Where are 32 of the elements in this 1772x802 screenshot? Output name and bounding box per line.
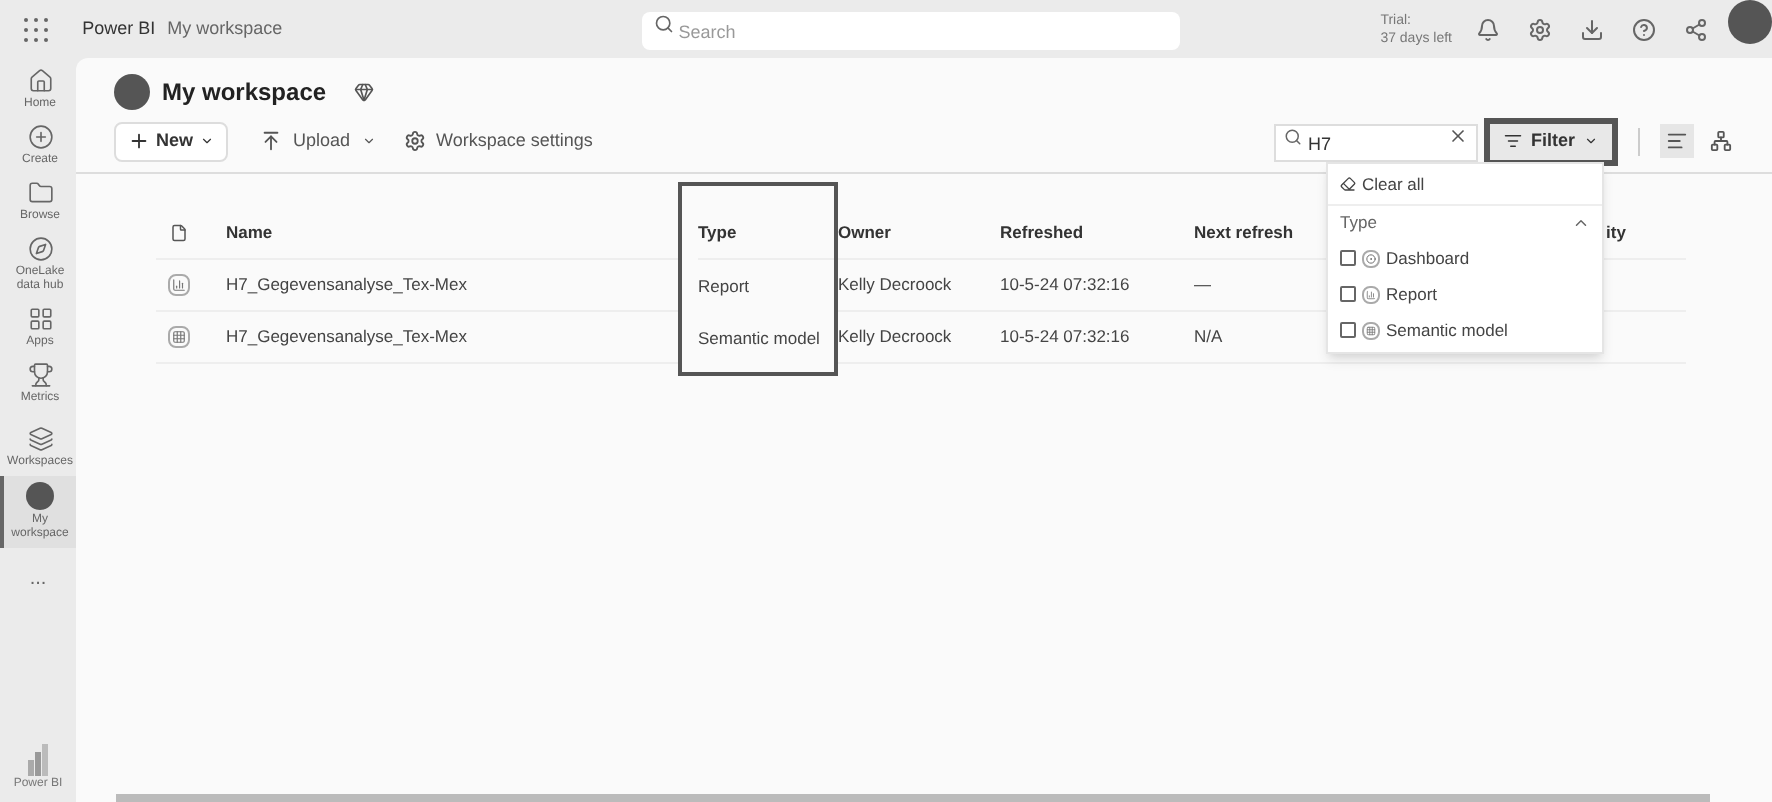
table-cell[interactable]: H7_Gegevensanalyse_Tex-Mex (226, 324, 467, 350)
filter-search-field[interactable]: H7 (1274, 124, 1478, 162)
page-title: My workspace (162, 76, 327, 110)
table-cell[interactable]: H7_Gegevensanalyse_Tex-Mex (226, 272, 467, 298)
table-cell: Kelly Decroock (838, 272, 952, 298)
table-cell: 10-5-24 07:32:16 (1000, 272, 1130, 298)
column-header[interactable]: Next refresh (1194, 219, 1294, 245)
brand-name[interactable]: Power BI (82, 15, 156, 43)
column-header[interactable]: Owner (838, 219, 891, 245)
search-field[interactable]: Search (642, 12, 1181, 50)
table-cell: Report (698, 273, 750, 299)
clear-all-button[interactable]: Clear all (1328, 168, 1602, 200)
breadcrumb-link[interactable]: My workspace (167, 15, 283, 43)
filter-option[interactable]: Semantic model (1386, 317, 1508, 343)
type-section-header[interactable]: Type (1328, 206, 1602, 240)
filter-option[interactable]: Dashboard (1386, 245, 1470, 271)
column-header[interactable]: Type (698, 219, 737, 245)
workspace-settings-button[interactable]: Workspace settings (404, 127, 593, 155)
table-cell: Kelly Decroock (838, 324, 952, 350)
table-cell: Semantic model (698, 325, 820, 351)
new-button[interactable]: New (114, 121, 228, 161)
more-button[interactable]: ... (29, 564, 47, 594)
table-cell: N/A (1194, 324, 1223, 350)
upload-button[interactable]: Upload (259, 127, 377, 155)
table-cell: 10-5-24 07:32:16 (1000, 324, 1130, 350)
section-title: Type (1340, 210, 1377, 236)
table-cell: — (1194, 272, 1211, 298)
filter-button[interactable]: Filter (1484, 117, 1618, 165)
column-header[interactable]: ity (1606, 219, 1626, 245)
column-header[interactable]: Name (226, 219, 273, 245)
column-header[interactable]: Refreshed (1000, 219, 1084, 245)
filter-option[interactable]: Report (1386, 281, 1438, 307)
